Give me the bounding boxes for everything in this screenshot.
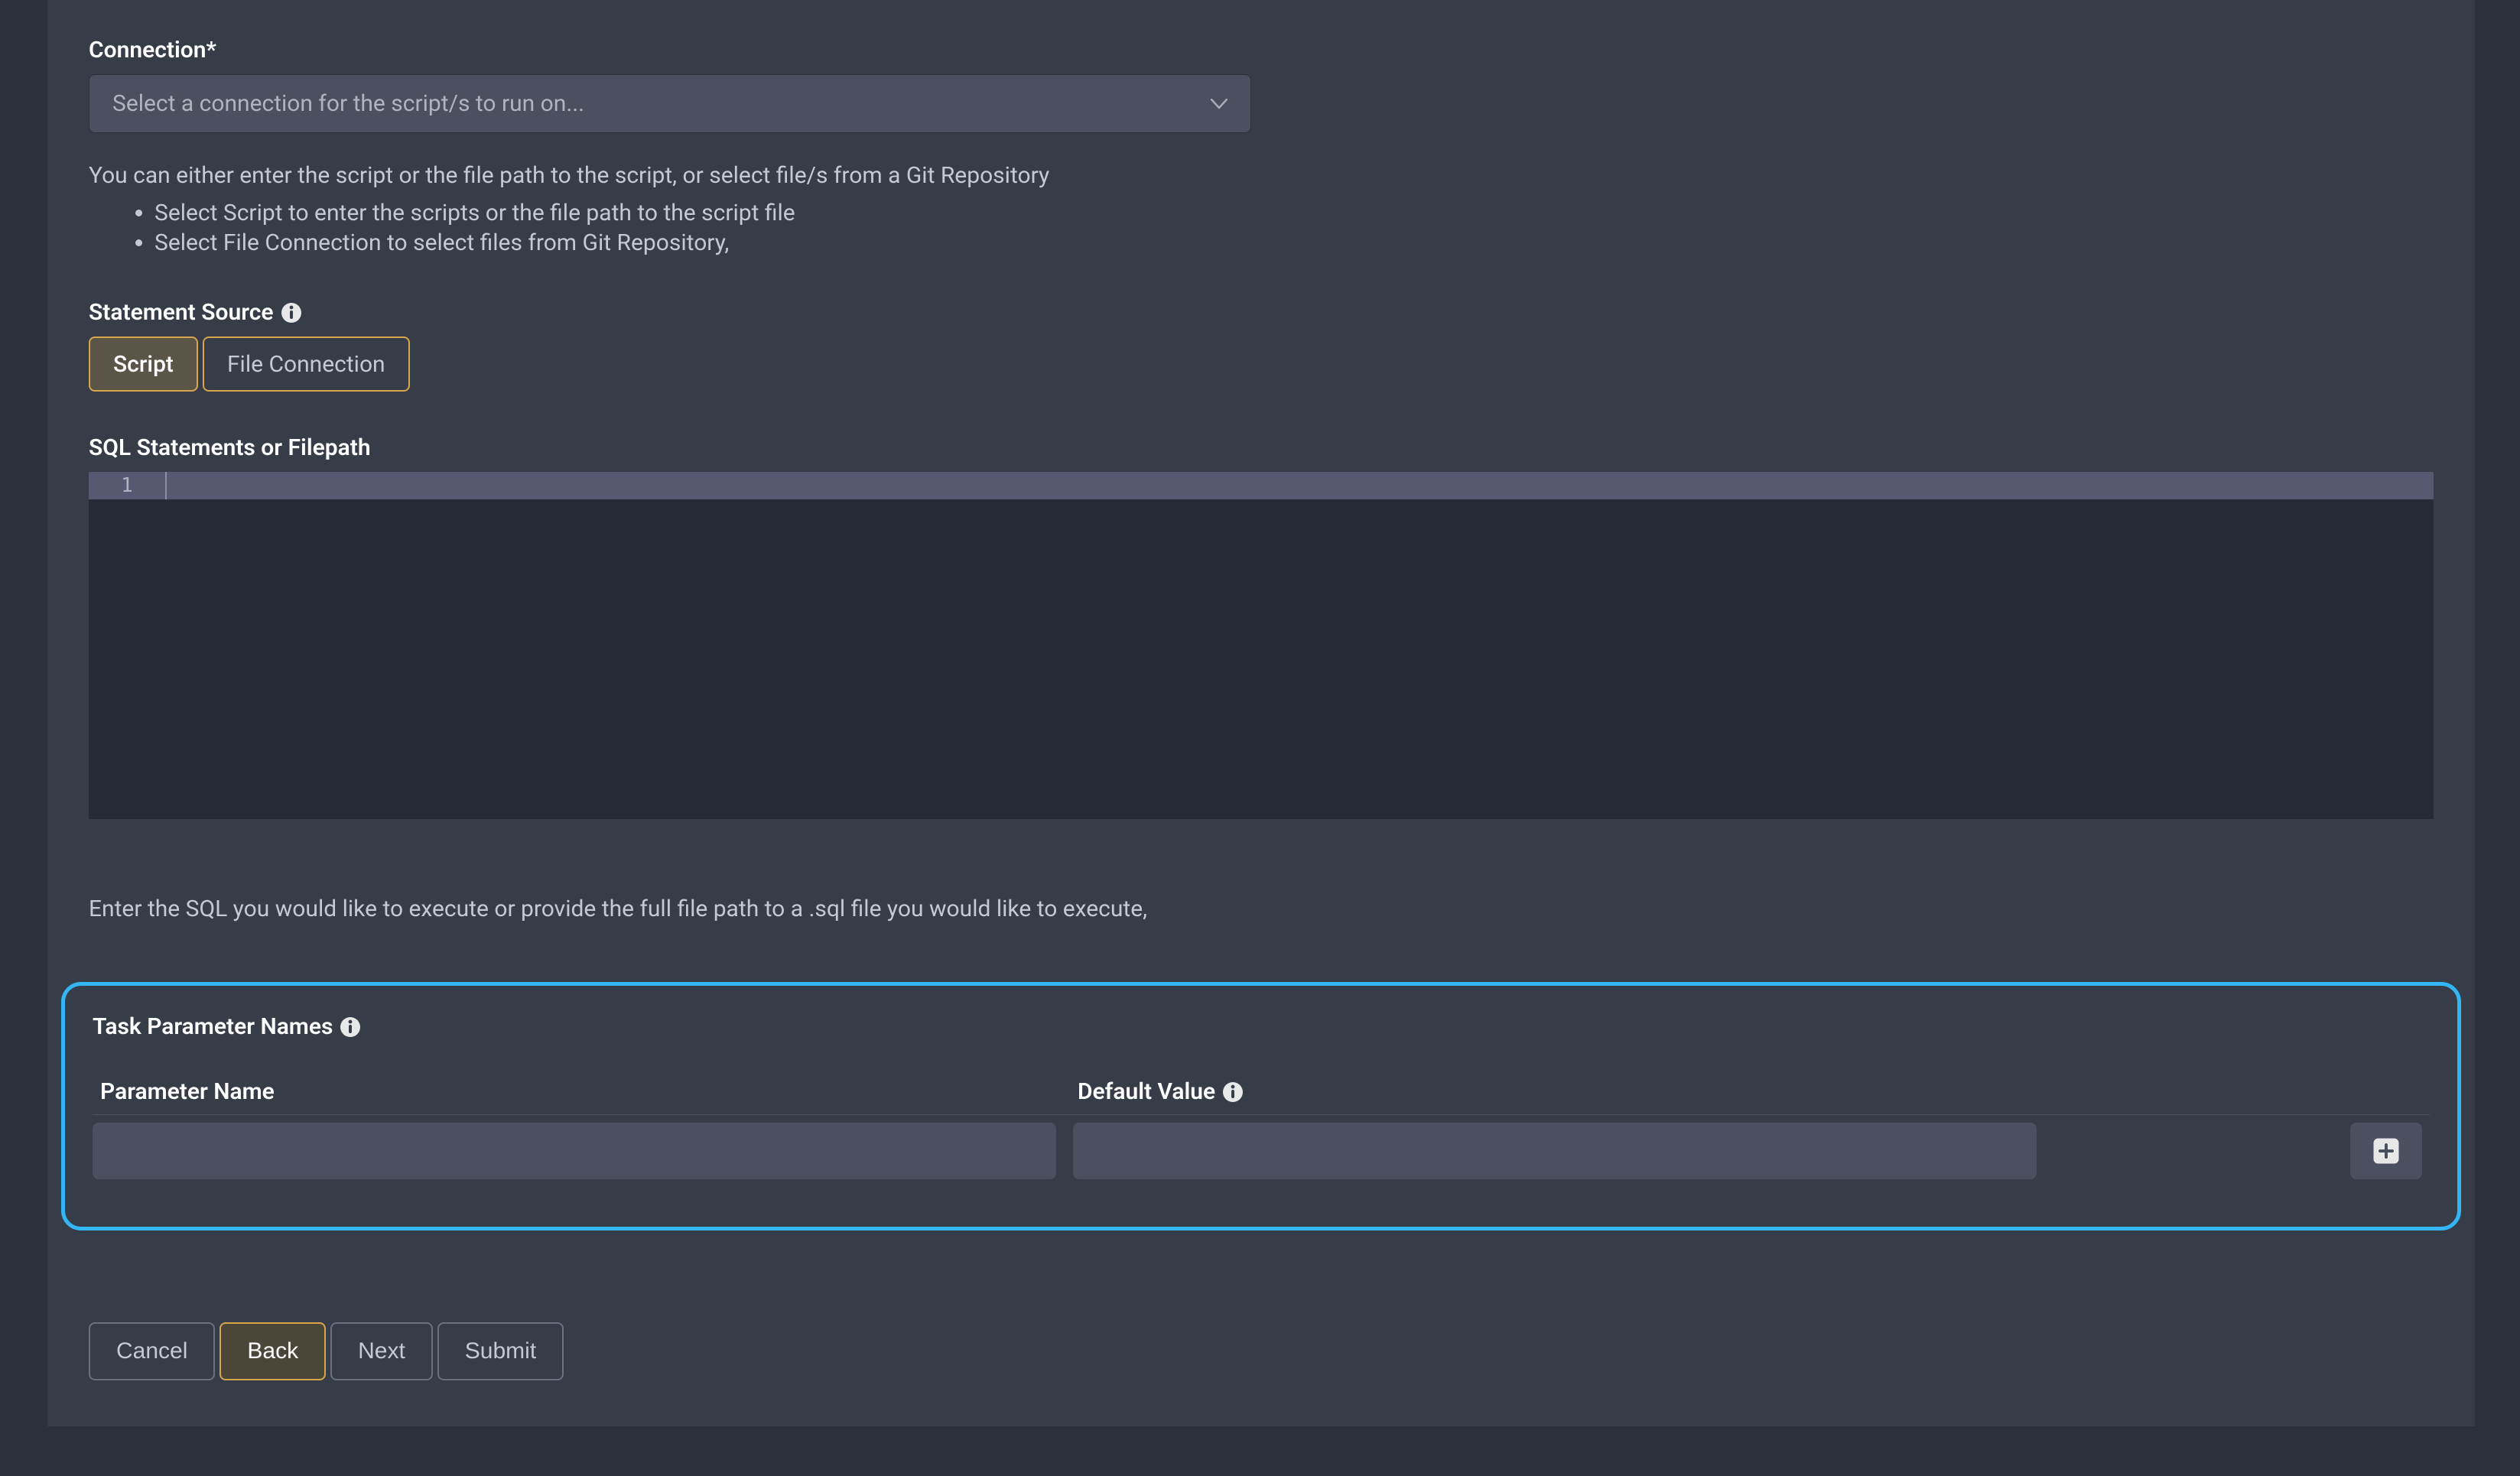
task-param-row [93,1114,2430,1179]
sql-label: SQL Statements or Filepath [89,434,2434,461]
toggle-file-connection[interactable]: File Connection [203,336,410,392]
back-label: Back [247,1338,298,1364]
sql-label-text: SQL Statements or Filepath [89,434,371,461]
helper-bullets: Select Script to enter the scripts or th… [154,200,2434,256]
statement-source-toggle: Script File Connection [89,336,2434,392]
next-label: Next [358,1338,405,1364]
statement-source-label: Statement Source [89,299,2434,326]
helper-intro: You can either enter the script or the f… [89,162,2434,189]
statement-source-label-text: Statement Source [89,299,274,326]
task-params-title-text: Task Parameter Names [93,1013,333,1040]
helper-bullet: Select File Connection to select files f… [154,229,2434,256]
next-button[interactable]: Next [330,1322,433,1380]
form-panel: Connection* Select a connection for the … [47,0,2475,1426]
code-body[interactable] [89,499,2434,819]
task-parameters-section: Task Parameter Names Parameter Name Defa… [61,982,2461,1231]
sql-helper-text: Enter the SQL you would like to execute … [89,896,2434,922]
cancel-button[interactable]: Cancel [89,1322,215,1380]
toggle-script[interactable]: Script [89,336,198,392]
gutter-separator [165,472,167,499]
sql-code-editor[interactable]: 1 [89,472,2434,819]
col-header-name: Parameter Name [93,1078,1056,1105]
connection-placeholder: Select a connection for the script/s to … [112,90,584,117]
footer-actions: Cancel Back Next Submit [89,1322,2434,1380]
col-header-default-text: Default Value [1078,1078,1215,1105]
task-params-headers: Parameter Name Default Value [93,1078,2430,1105]
code-line-number: 1 [89,472,165,499]
task-params-title: Task Parameter Names [93,1013,2430,1040]
submit-label: Submit [465,1338,536,1364]
param-default-input[interactable] [1073,1123,2037,1179]
plus-square-icon [2372,1137,2400,1165]
submit-button[interactable]: Submit [437,1322,564,1380]
info-icon[interactable] [1221,1081,1244,1104]
back-button[interactable]: Back [219,1322,326,1380]
info-icon[interactable] [280,301,303,324]
chevron-down-icon [1211,96,1227,112]
helper-bullet: Select Script to enter the scripts or th… [154,200,2434,226]
connection-label-text: Connection* [89,37,216,63]
toggle-script-label: Script [113,351,174,378]
toggle-file-connection-label: File Connection [227,351,385,378]
code-gutter-row: 1 [89,472,2434,499]
task-params-table: Parameter Name Default Value [93,1078,2430,1179]
col-header-default: Default Value [1073,1078,2037,1105]
add-param-button[interactable] [2350,1123,2422,1179]
connection-label: Connection* [89,37,2434,63]
info-icon[interactable] [339,1016,362,1039]
cancel-label: Cancel [116,1338,187,1364]
connection-select[interactable]: Select a connection for the script/s to … [89,74,1251,133]
param-name-input[interactable] [93,1123,1056,1179]
